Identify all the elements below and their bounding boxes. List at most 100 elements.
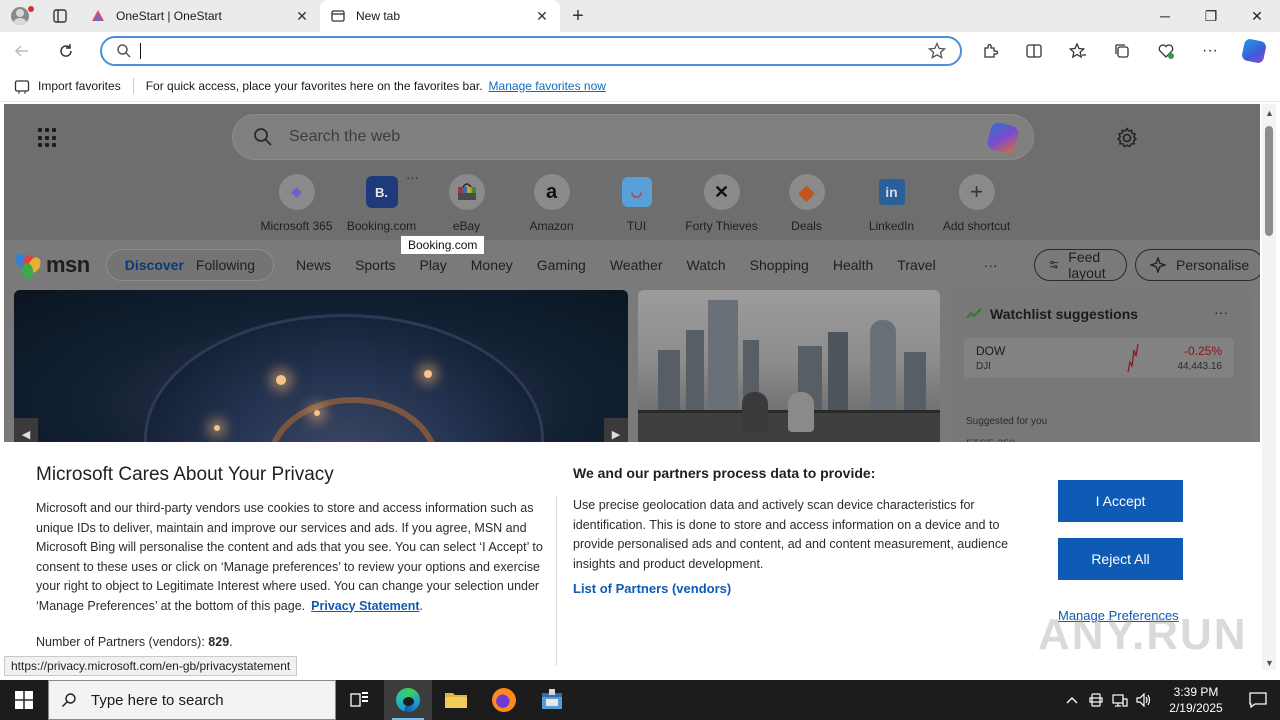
shortcut-more-icon[interactable]: ··· xyxy=(406,170,419,185)
start-button[interactable] xyxy=(0,680,48,720)
glow-dot xyxy=(314,410,320,416)
suggested-heading: Suggested for you xyxy=(966,416,1048,427)
tab-close-icon[interactable]: ✕ xyxy=(294,8,310,25)
copilot-icon[interactable] xyxy=(985,120,1021,156)
network-icon[interactable] xyxy=(1108,693,1132,707)
restore-button[interactable]: ❐ xyxy=(1188,0,1234,32)
stock-row[interactable]: DOW DJI -0.25% 44,443.16 xyxy=(964,338,1234,378)
glow-dot xyxy=(214,425,220,431)
nav-sports[interactable]: Sports xyxy=(355,257,395,273)
tab-title: OneStart | OneStart xyxy=(116,9,222,23)
tab-actions-button[interactable] xyxy=(40,0,80,32)
nav-gaming[interactable]: Gaming xyxy=(537,257,586,273)
extensions-button[interactable] xyxy=(968,32,1012,70)
extensions-icon xyxy=(984,43,999,58)
person-silhouette xyxy=(788,392,814,432)
list-of-partners-link[interactable]: List of Partners (vendors) xyxy=(573,581,731,596)
tab-discover[interactable]: Discover xyxy=(125,257,184,273)
split-screen-button[interactable] xyxy=(1012,32,1056,70)
notifications-button[interactable] xyxy=(1236,680,1280,720)
task-view-button[interactable] xyxy=(336,680,384,720)
shortcut-add[interactable]: + Add shortcut xyxy=(934,174,1019,233)
taskbar-app[interactable] xyxy=(528,680,576,720)
nav-shopping[interactable]: Shopping xyxy=(750,257,809,273)
tray-overflow-icon[interactable] xyxy=(1060,696,1084,704)
shortcut-forty-thieves[interactable]: ✕ Forty Thieves xyxy=(679,174,764,233)
favorite-star-icon[interactable] xyxy=(928,42,946,60)
scroll-thumb[interactable] xyxy=(1265,126,1273,236)
more-categories-icon[interactable]: ··· xyxy=(984,257,998,273)
favorites-message: For quick access, place your favorites h… xyxy=(145,78,483,93)
watchlist-card: Watchlist suggestions ··· DOW DJI -0.25%… xyxy=(950,290,1252,450)
address-input[interactable] xyxy=(147,39,928,63)
watchlist-menu-icon[interactable]: ··· xyxy=(1214,304,1228,320)
feed-card-hero[interactable]: ◀ ▶ xyxy=(14,290,628,450)
nav-play[interactable]: Play xyxy=(420,257,447,273)
taskbar-clock[interactable]: 3:39 PM 2/19/2025 xyxy=(1156,684,1236,716)
shortcut-label: Amazon xyxy=(529,219,574,233)
tab-close-icon[interactable]: ✕ xyxy=(534,8,550,25)
collections-button[interactable] xyxy=(1100,32,1144,70)
new-tab-button[interactable]: + xyxy=(560,0,596,32)
accept-button[interactable]: I Accept xyxy=(1058,480,1183,522)
back-arrow-icon xyxy=(14,45,28,57)
deals-icon: ◆ xyxy=(788,174,825,210)
taskbar-edge[interactable] xyxy=(384,680,432,720)
taskbar-search-box[interactable]: Type here to search xyxy=(48,680,336,720)
plus-icon: + xyxy=(958,174,995,210)
nav-health[interactable]: Health xyxy=(833,257,873,273)
browser-essentials-button[interactable] xyxy=(1144,32,1188,70)
shortcut-ebay[interactable]: eBay xyxy=(424,174,509,233)
ntp-header: Search the web ◆ Microsoft 365 B. Booking.… xyxy=(4,104,1260,240)
close-window-button[interactable]: ✕ xyxy=(1234,0,1280,32)
tab-following[interactable]: Following xyxy=(196,257,255,273)
copilot-button[interactable] xyxy=(1232,32,1276,70)
nav-news[interactable]: News xyxy=(296,257,331,273)
shortcut-deals[interactable]: ◆ Deals xyxy=(764,174,849,233)
privacy-statement-link[interactable]: Privacy Statement xyxy=(311,599,419,613)
tab-onestart[interactable]: OneStart | OneStart ✕ xyxy=(80,0,320,32)
back-button[interactable] xyxy=(0,32,44,70)
booking-icon: B. xyxy=(365,176,398,208)
shortcuts-row: ◆ Microsoft 365 B. Booking.com eBay a Amazo… xyxy=(254,174,1019,233)
shortcut-tui[interactable]: ◡ TUI xyxy=(594,174,679,233)
feed-card-city[interactable] xyxy=(638,290,940,450)
reject-all-button[interactable]: Reject All xyxy=(1058,538,1183,580)
refresh-button[interactable] xyxy=(44,32,88,70)
search-icon xyxy=(254,128,272,146)
settings-more-button[interactable]: ··· xyxy=(1188,32,1232,70)
feed-toggle: Discover Following xyxy=(105,249,275,281)
nav-money[interactable]: Money xyxy=(471,257,513,273)
manage-favorites-link[interactable]: Manage favorites now xyxy=(489,79,606,93)
scroll-down-icon[interactable]: ▼ xyxy=(1265,658,1274,668)
shortcut-microsoft-365[interactable]: ◆ Microsoft 365 xyxy=(254,174,339,233)
page-scrollbar[interactable]: ▲ ▼ xyxy=(1262,104,1276,670)
scroll-up-icon[interactable]: ▲ xyxy=(1265,108,1274,118)
shortcut-linkedin[interactable]: in LinkedIn xyxy=(849,174,934,233)
nav-weather[interactable]: Weather xyxy=(610,257,663,273)
profile-button[interactable] xyxy=(0,0,40,32)
shortcut-amazon[interactable]: a Amazon xyxy=(509,174,594,233)
stock-value: 44,443.16 xyxy=(1177,361,1223,372)
feed-layout-button[interactable]: Feed layout xyxy=(1033,249,1128,281)
nav-watch[interactable]: Watch xyxy=(687,257,726,273)
personalise-button[interactable]: Personalise xyxy=(1135,249,1260,281)
import-favorites-button[interactable]: Import favorites xyxy=(14,78,121,94)
address-bar[interactable] xyxy=(100,36,962,66)
settings-gear-icon[interactable] xyxy=(1116,127,1138,149)
msn-logo[interactable]: msn xyxy=(13,251,90,280)
app-launcher-icon[interactable] xyxy=(38,128,58,148)
collections-icon xyxy=(1115,44,1129,58)
shortcut-label: LinkedIn xyxy=(868,219,915,233)
taskbar-file-explorer[interactable] xyxy=(432,680,480,720)
tab-new-tab[interactable]: New tab ✕ xyxy=(320,0,560,32)
device-icon[interactable] xyxy=(1084,693,1108,707)
taskbar-firefox[interactable] xyxy=(480,680,528,720)
forty-thieves-icon: ✕ xyxy=(703,174,740,210)
favorites-button[interactable] xyxy=(1056,32,1100,70)
consent-purposes-title: We and our partners process data to prov… xyxy=(573,465,876,481)
ntp-search-box[interactable]: Search the web xyxy=(232,114,1034,160)
nav-travel[interactable]: Travel xyxy=(897,257,935,273)
minimize-button[interactable]: ─ xyxy=(1142,0,1188,32)
volume-icon[interactable] xyxy=(1132,693,1156,707)
